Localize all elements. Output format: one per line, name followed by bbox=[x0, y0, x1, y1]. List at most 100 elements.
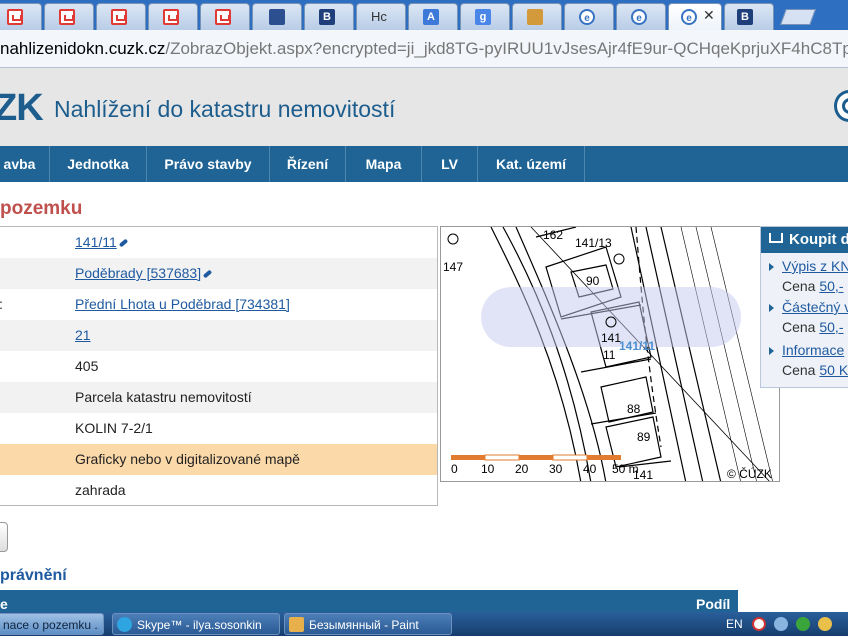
new-tab-button[interactable] bbox=[780, 9, 816, 25]
browser-tab[interactable] bbox=[148, 3, 198, 30]
translate-icon: A bbox=[423, 9, 439, 25]
taskbar-item-skype[interactable]: Skype™ - ilya.sosonkin bbox=[112, 613, 280, 635]
url-path: /ZobrazObjekt.aspx?encrypted=ji_jkd8TG-p… bbox=[165, 39, 848, 58]
scale-tick: 20 bbox=[515, 462, 529, 476]
ie-icon: e bbox=[631, 9, 647, 25]
parcel-number: 141/11 bbox=[75, 234, 117, 250]
purchase-price: Cena 50,- bbox=[782, 277, 843, 295]
nav-item-kat-uzemi[interactable]: Kat. území bbox=[478, 146, 585, 182]
municipality: Poděbrady [537683] bbox=[75, 265, 202, 281]
url-text[interactable]: nahlizenidokn.cuzk.cz/ZobrazObjekt.aspx?… bbox=[0, 39, 848, 59]
purchase-price: Cena 50 K bbox=[782, 361, 848, 379]
land-use: zahrada bbox=[75, 482, 126, 498]
table-row: Parcela katastru nemovitostí bbox=[0, 382, 437, 413]
nav-item-pravo-stavby[interactable]: Právo stavby bbox=[147, 146, 270, 182]
purchase-item[interactable]: Informace bbox=[769, 341, 844, 359]
map-label: 89 bbox=[637, 430, 651, 444]
cadastral-map[interactable]: 147 162 141/13 90 141 11 141/11 88 89 14… bbox=[440, 226, 780, 482]
rights-section-title: právnění bbox=[0, 567, 67, 584]
nav-item-rizeni[interactable]: Řízení bbox=[270, 146, 346, 182]
browser-tab[interactable]: e bbox=[564, 3, 614, 30]
close-tab-icon[interactable]: ✕ bbox=[703, 8, 715, 24]
cart-icon bbox=[163, 9, 179, 25]
boundary-type: Graficky nebo v digitalizované mapě bbox=[75, 451, 300, 467]
table-row: 141/11 bbox=[0, 227, 437, 258]
purchase-link[interactable]: Výpis z KN bbox=[782, 258, 848, 274]
taskbar-item-paint[interactable]: Безымянный - Paint bbox=[284, 613, 452, 635]
browser-tab[interactable] bbox=[252, 3, 302, 30]
bullet-icon bbox=[769, 347, 774, 355]
bullet-icon bbox=[769, 263, 774, 271]
browser-tab[interactable] bbox=[96, 3, 146, 30]
purchase-header: Koupit d bbox=[761, 227, 848, 253]
map-label: 11 bbox=[603, 348, 616, 362]
purchase-link[interactable]: Částečný v bbox=[782, 299, 848, 315]
browser-tab[interactable] bbox=[44, 3, 94, 30]
browser-tab[interactable]: e bbox=[616, 3, 666, 30]
language-indicator[interactable]: EN bbox=[726, 617, 743, 631]
browser-tab[interactable]: Hc bbox=[356, 3, 406, 30]
edit-pen-icon bbox=[202, 269, 213, 279]
price-link[interactable]: 50,- bbox=[819, 278, 843, 294]
table-row: Poděbrady [537683] bbox=[0, 258, 437, 289]
browser-tab[interactable]: g bbox=[460, 3, 510, 30]
cart-icon bbox=[769, 233, 783, 243]
tray-icon[interactable] bbox=[796, 617, 810, 631]
price-link[interactable]: 50 K bbox=[819, 362, 848, 378]
nav-item-lv[interactable]: LV bbox=[422, 146, 478, 182]
table-row: 405 bbox=[0, 351, 437, 382]
browser-tab[interactable] bbox=[512, 3, 562, 30]
cart-icon bbox=[215, 9, 231, 25]
rights-column-header: e bbox=[0, 596, 8, 612]
table-row: KOLIN 7-2/1 bbox=[0, 413, 437, 444]
url-host: nahlizenidokn.cuzk.cz bbox=[0, 39, 166, 58]
scale-tick: 30 bbox=[549, 462, 563, 476]
paint-icon bbox=[289, 617, 304, 632]
browser-tab[interactable]: B bbox=[724, 3, 774, 30]
cart-icon bbox=[59, 9, 75, 25]
parcel-number-link[interactable]: 141/11 bbox=[75, 234, 129, 251]
tray-icon[interactable] bbox=[818, 617, 832, 631]
browser-tab[interactable] bbox=[0, 3, 42, 30]
ownership-sheet-link[interactable]: 21 bbox=[75, 327, 91, 344]
scale-tick: 0 bbox=[451, 462, 458, 476]
map-label: 147 bbox=[443, 260, 463, 274]
image-icon bbox=[527, 9, 543, 25]
page-title: pozemku bbox=[0, 198, 83, 219]
map-label: 88 bbox=[627, 402, 641, 416]
browser-tab[interactable]: A bbox=[408, 3, 458, 30]
nav-item-mapa[interactable]: Mapa bbox=[346, 146, 422, 182]
map-label: 141/13 bbox=[575, 236, 612, 250]
table-row: zahrada bbox=[0, 475, 437, 506]
browser-tab[interactable] bbox=[200, 3, 250, 30]
browser-tab-active[interactable]: e ✕ bbox=[668, 3, 722, 30]
nav-item-stavba[interactable]: avba bbox=[0, 146, 50, 182]
map-label: 90 bbox=[586, 274, 600, 288]
municipality-link[interactable]: Poděbrady [537683] bbox=[75, 265, 213, 282]
price-link[interactable]: 50,- bbox=[819, 319, 843, 335]
browser-tab[interactable]: B bbox=[304, 3, 354, 30]
address-bar[interactable]: nahlizenidokn.cuzk.cz/ZobrazObjekt.aspx?… bbox=[0, 30, 848, 68]
edit-pen-icon bbox=[118, 238, 129, 248]
cart-icon bbox=[111, 9, 127, 25]
table-row: 21 bbox=[0, 320, 437, 351]
site-header: ZK Nahlížení do katastru nemovitostí bbox=[0, 68, 848, 146]
skype-icon bbox=[117, 617, 132, 632]
cart-icon bbox=[7, 9, 23, 25]
purchase-link[interactable]: Informace bbox=[782, 342, 844, 358]
price-prefix: Cena bbox=[782, 278, 820, 294]
taskbar-item-browser[interactable]: nace o pozemku ... bbox=[0, 613, 104, 635]
tray-icon[interactable] bbox=[774, 617, 788, 631]
b-icon: B bbox=[319, 9, 335, 25]
cuzk-logo[interactable]: ZK bbox=[0, 88, 44, 128]
purchase-item[interactable]: Částečný v bbox=[769, 298, 848, 316]
share-column-header: Podíl bbox=[696, 596, 731, 612]
purchase-item[interactable]: Výpis z KN bbox=[769, 257, 848, 275]
purchase-price: Cena 50,- bbox=[782, 318, 843, 336]
search-icon[interactable] bbox=[834, 90, 848, 122]
partial-button[interactable] bbox=[0, 522, 8, 552]
site-title: Nahlížení do katastru nemovitostí bbox=[54, 96, 396, 122]
cadastral-area-link[interactable]: Přední Lhota u Poděbrad [734381] bbox=[75, 296, 290, 313]
nav-item-jednotka[interactable]: Jednotka bbox=[50, 146, 147, 182]
tray-icon[interactable] bbox=[752, 617, 766, 631]
